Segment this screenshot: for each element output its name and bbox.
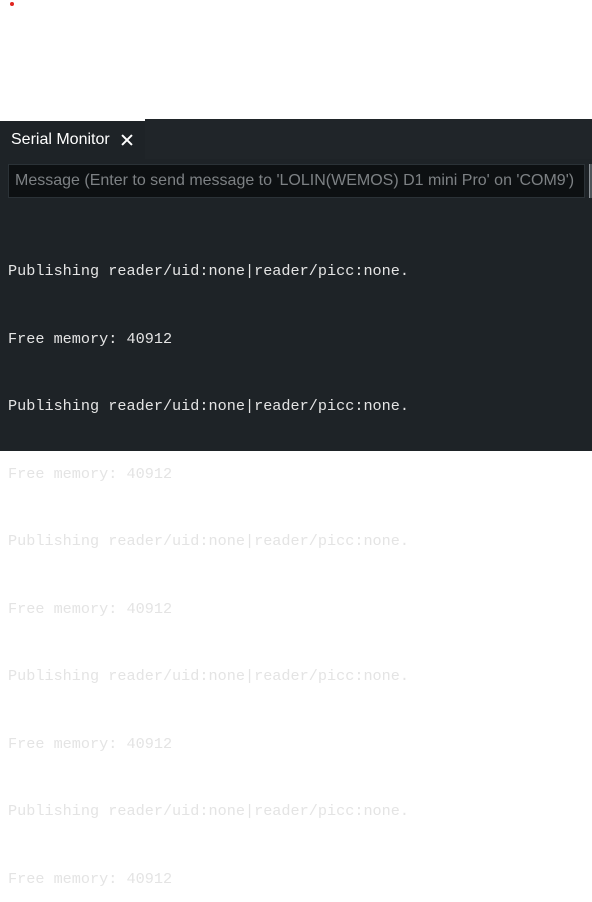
output-line: Free memory: 40912	[8, 329, 173, 348]
output-line: Publishing reader/uid:none|reader/picc:n…	[8, 397, 410, 415]
output-line: Free memory: 40912	[8, 599, 173, 618]
message-input-row	[0, 164, 592, 198]
output-line: Publishing reader/uid:none|reader/picc:n…	[8, 802, 410, 820]
tab-serial-monitor[interactable]: Serial Monitor	[0, 119, 145, 159]
output-line: Publishing reader/uid:none|reader/picc:n…	[8, 667, 410, 685]
close-icon[interactable]	[121, 134, 133, 146]
message-input[interactable]	[8, 164, 585, 198]
error-indicator-dot	[10, 2, 14, 6]
serial-output: Publishing reader/uid:none|reader/picc:n…	[8, 215, 588, 902]
serial-monitor-panel: Serial Monitor Publishing reader/uid:non…	[0, 119, 592, 888]
output-line: Free memory: 40912	[8, 734, 173, 753]
output-line: Publishing reader/uid:none|reader/picc:n…	[8, 532, 410, 550]
editor-area	[0, 0, 592, 119]
tab-serial-monitor-label: Serial Monitor	[11, 131, 110, 148]
output-line: Free memory: 40912	[8, 869, 173, 888]
panel-tab-bar: Serial Monitor	[0, 119, 592, 159]
output-line: Publishing reader/uid:none|reader/picc:n…	[8, 262, 410, 280]
output-line: Free memory: 40912	[8, 464, 173, 483]
